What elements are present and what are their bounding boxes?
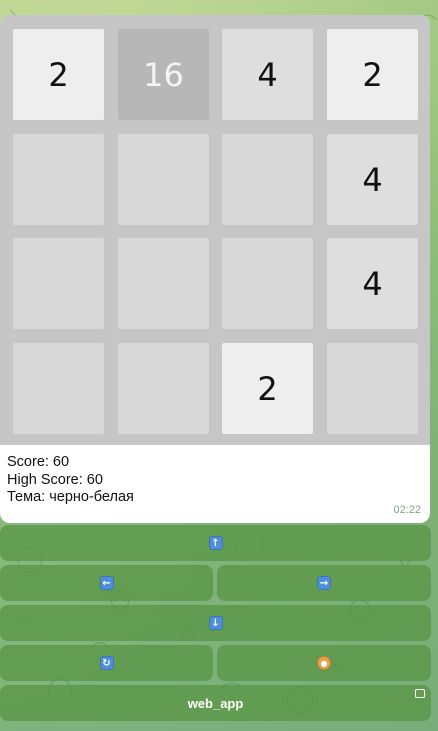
move-right-button[interactable]: → [217,565,431,601]
web-app-window-icon [415,689,425,698]
tile-r2-c3 [222,134,313,225]
arrow-down-icon: ↓ [208,616,223,630]
message-caption: Score: 60 High Score: 60 Тема: черно-бел… [7,454,134,507]
move-up-button[interactable]: ↑ [0,525,431,561]
tile-r2-c2 [118,134,209,225]
web-app-label: web_app [187,695,244,711]
tile-r1-c3: 4 [222,29,313,120]
tile-r3-c3 [222,238,313,329]
arrow-up-icon: ↑ [208,536,223,550]
tile-r3-c4: 4 [327,238,418,329]
palette-icon: ● [317,656,331,670]
message-time: 02:22 [393,504,421,516]
high-score-text: High Score: 60 [7,471,103,488]
tile-r2-c4: 4 [327,134,418,225]
web-app-button[interactable]: web_app [0,685,431,721]
theme-text: Тема: черно-белая [7,489,134,506]
tile-r4-c4 [327,343,418,434]
tile-r1-c1: 2 [13,29,104,120]
tile-r4-c1 [13,343,104,434]
move-left-button[interactable]: ← [0,565,213,601]
restart-icon: ↻ [99,656,114,670]
score-text: Score: 60 [7,454,70,470]
restart-button[interactable]: ↻ [0,645,213,681]
tile-r4-c3: 2 [222,343,313,434]
move-down-button[interactable]: ↓ [0,605,431,641]
tile-r2-c1 [13,134,104,225]
tile-r1-c2: 16 [118,29,209,120]
tile-r4-c2 [118,343,209,434]
tile-r3-c2 [118,238,209,329]
game-board: 2 16 4 2 4 4 2 [0,15,430,445]
theme-button[interactable]: ● [217,645,431,681]
tile-r1-c4: 2 [327,29,418,120]
arrow-right-icon: → [317,576,331,590]
arrow-left-icon: ← [99,576,114,590]
tile-r3-c1 [13,238,104,329]
game-message-bubble: 2 16 4 2 4 4 2 Score: 60 High Score: 60 … [0,15,430,523]
